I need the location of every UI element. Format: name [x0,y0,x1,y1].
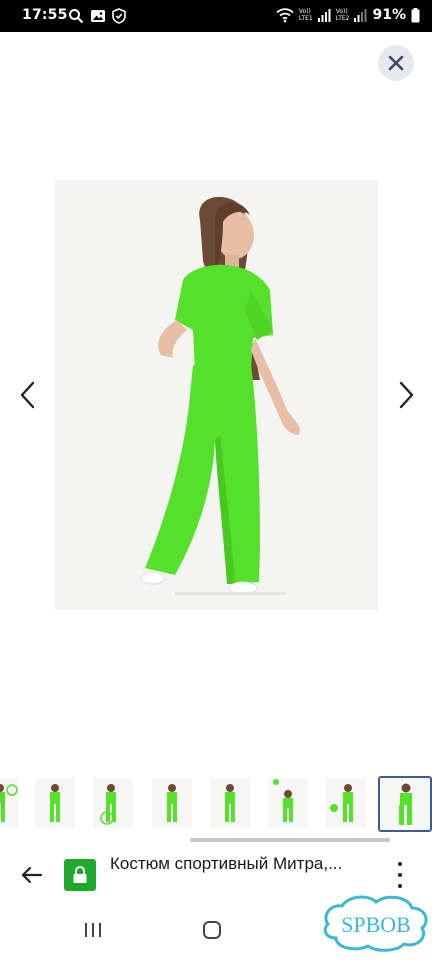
thumbnail-figure [50,784,60,822]
watermark-text: SPBOB [341,912,411,937]
wifi-icon [276,8,294,23]
recents-button[interactable] [82,920,104,940]
signal-bars-2-icon [354,9,367,22]
thumbnail[interactable] [326,778,366,828]
more-vertical-icon [398,862,402,866]
home-button[interactable] [202,920,222,940]
thumbnail-strip[interactable] [0,772,432,834]
search-icon [69,9,84,24]
thumbnail-figure [100,784,116,825]
thumbnail-scrollbar[interactable] [190,838,390,842]
status-bar: 17:55 Vo)) LTE1 Vo)) LTE2 91% [0,0,432,32]
more-vertical-icon-dot [398,884,402,888]
sim2-label: Vo)) LTE2 [335,8,350,22]
secure-site-button[interactable] [64,859,96,891]
gallery-icon [91,10,105,22]
lock-icon [73,866,87,883]
back-button[interactable] [18,861,46,889]
watermark-badge: SPBOB [323,895,428,952]
close-button[interactable] [378,45,414,81]
thumbnail-figure [0,784,18,822]
previous-image-button[interactable] [12,378,42,412]
thumbnail[interactable] [0,778,18,828]
page-title[interactable]: Костюм спортивный Митра,... [110,854,380,874]
product-photo [55,180,378,610]
thumbnail-figure [330,784,353,822]
thumbnail-active[interactable] [378,776,432,832]
arrow-left-icon [21,866,43,884]
thumbnail[interactable] [93,778,133,828]
recents-icon [85,923,101,937]
thumbnail[interactable] [210,778,250,828]
battery-icon [411,7,420,22]
status-system-icons: Vo)) LTE1 Vo)) LTE2 91% [276,7,420,23]
thumbnail[interactable] [152,778,192,828]
next-image-button[interactable] [392,378,422,412]
more-menu-button[interactable] [390,862,410,888]
thumbnail[interactable] [268,778,308,828]
chevron-left-icon [20,381,35,409]
thumbnail-figure [399,783,412,825]
thumbnail-figure [273,779,293,822]
thumbnail-figure [167,784,177,822]
watermark-logo: SPBOB [320,894,432,952]
status-time: 17:55 [22,7,68,23]
chevron-right-icon [399,381,414,409]
close-icon [388,55,404,71]
status-notification-icons [68,8,126,24]
sim1-label: Vo)) LTE1 [298,8,313,22]
more-vertical-icon-dot [398,873,402,877]
thumbnail-figure [225,784,235,822]
home-icon [203,921,221,939]
product-main-image[interactable] [55,180,378,610]
shield-icon [112,8,126,24]
battery-percent: 91% [372,7,406,23]
signal-bars-1-icon [317,9,331,22]
thumbnail[interactable] [35,778,75,828]
